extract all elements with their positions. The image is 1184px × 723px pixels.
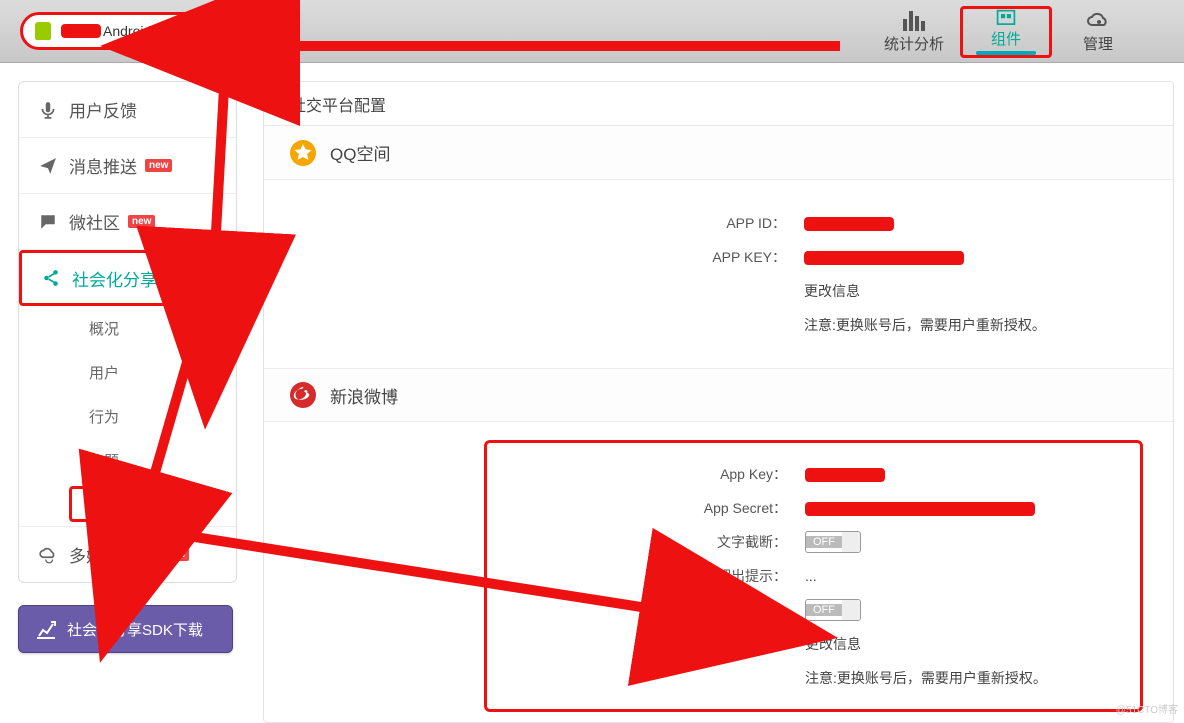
- sdk-download-button[interactable]: 社会化分享SDK下载: [18, 605, 233, 653]
- redacted-weibo-appkey: [805, 468, 885, 482]
- nav-components[interactable]: 组件: [960, 6, 1052, 58]
- redacted-app-name: [61, 24, 101, 38]
- sidebar-item-push[interactable]: 消息推送 new: [19, 138, 236, 194]
- sub-label: 设置: [90, 494, 120, 515]
- nav-stats[interactable]: 统计分析: [868, 6, 960, 58]
- field-label-longweibo: 生成长微博：: [505, 600, 805, 620]
- sidebar-sub-settings[interactable]: 设置: [69, 486, 149, 522]
- highlighted-weibo-config: App Key： App Secret： 文字截断：OFF 文字超出提示：...…: [484, 440, 1143, 712]
- truncate-toggle[interactable]: OFF: [805, 531, 861, 553]
- reauth-note: 注意:更换账号后，需要用户重新授权。: [805, 668, 1047, 688]
- field-label-overflow: 文字超出提示：: [505, 566, 805, 586]
- sidebar-sub-overview[interactable]: 概况: [19, 306, 236, 350]
- section-weibo-head[interactable]: 新浪微博: [264, 368, 1173, 422]
- nav-manage-label: 管理: [1083, 33, 1113, 54]
- watermark: @51CTO博客: [1116, 701, 1178, 716]
- section-qzone-head[interactable]: QQ空间: [264, 126, 1173, 180]
- field-label-weibo-secret: App Secret：: [505, 498, 805, 518]
- nav-components-label: 组件: [991, 28, 1021, 49]
- sidebar-label: 用户反馈: [69, 97, 137, 122]
- chevron-down-icon[interactable]: [198, 20, 220, 42]
- chat-icon: [39, 213, 57, 231]
- mic-icon: [39, 101, 57, 119]
- section-title: QQ空间: [330, 140, 390, 165]
- sidebar-item-multimedia[interactable]: 多媒体服务 new: [19, 526, 236, 582]
- components-icon: [994, 9, 1018, 26]
- nav-active-underline: [976, 51, 1036, 55]
- redacted-weibo-secret: [805, 502, 1035, 516]
- bar-chart-icon: [902, 11, 926, 31]
- section-qzone-body: APP ID： APP KEY： 更改信息 注意:更换账号后，需要用户重新授权。: [264, 180, 1173, 368]
- redacted-app-id: [804, 217, 894, 231]
- qzone-star-icon: [290, 140, 316, 166]
- sidebar-label: 多媒体服务: [69, 542, 154, 567]
- field-label-weibo-appkey: App Key：: [505, 464, 805, 484]
- field-label-truncate: 文字截断：: [505, 532, 805, 552]
- weibo-icon: [290, 382, 316, 408]
- sidebar-label: 微社区: [69, 209, 120, 234]
- change-info-link[interactable]: 更改信息: [805, 634, 861, 654]
- overflow-value: ...: [805, 568, 817, 584]
- redacted-app-key: [804, 251, 964, 265]
- reauth-note: 注意:更换账号后，需要用户重新授权。: [804, 315, 1046, 335]
- app-switcher[interactable]: Android: [20, 12, 235, 50]
- change-info-link[interactable]: 更改信息: [804, 281, 860, 301]
- longweibo-toggle[interactable]: OFF: [805, 599, 861, 621]
- panel-title: 社交平台配置: [264, 82, 1173, 126]
- sub-label: 用户: [89, 362, 119, 383]
- new-badge: new: [145, 159, 172, 172]
- chart-up-icon: [35, 618, 57, 640]
- sidebar-item-feedback[interactable]: 用户反馈: [19, 82, 236, 138]
- sidebar-item-community[interactable]: 微社区 new: [19, 194, 236, 250]
- app-name-suffix: Android: [103, 23, 151, 39]
- sub-label: 主题: [89, 450, 119, 471]
- sidebar-item-share[interactable]: 社会化分享: [19, 250, 236, 306]
- new-badge: new: [128, 215, 155, 228]
- field-label-app-id: APP ID：: [294, 213, 804, 233]
- sidebar-sub-behavior[interactable]: 行为: [19, 394, 236, 438]
- section-title: 新浪微博: [330, 383, 398, 408]
- main-panel: 社交平台配置 QQ空间 APP ID： APP KEY： 更改信息 注意:更换账…: [255, 63, 1184, 720]
- sdk-button-label: 社会化分享SDK下载: [67, 619, 203, 640]
- cloud-sync-icon: [39, 546, 57, 564]
- nav-stats-label: 统计分析: [884, 33, 944, 54]
- top-bar: Android 统计分析 组件 管理: [0, 0, 1184, 63]
- sidebar-label: 社会化分享: [72, 266, 157, 291]
- new-badge: new: [162, 548, 189, 561]
- paper-plane-icon: [39, 157, 57, 175]
- sidebar-sub-topics[interactable]: 主题: [19, 438, 236, 482]
- section-weibo-body: App Key： App Secret： 文字截断：OFF 文字超出提示：...…: [264, 422, 1173, 722]
- share-icon: [42, 269, 60, 287]
- field-label-app-key: APP KEY：: [294, 247, 804, 267]
- nav-manage[interactable]: 管理: [1052, 6, 1144, 58]
- cloud-gear-icon: [1086, 11, 1110, 31]
- sidebar: 用户反馈 消息推送 new 微社区 new 社会化分享 概况 用户 行为 主题 …: [0, 63, 255, 720]
- sidebar-sub-users[interactable]: 用户: [19, 350, 236, 394]
- android-icon: [35, 22, 51, 40]
- header-nav: 统计分析 组件 管理: [868, 0, 1144, 62]
- sub-label: 概况: [89, 318, 119, 339]
- sub-label: 行为: [89, 406, 119, 427]
- sidebar-label: 消息推送: [69, 153, 137, 178]
- sidebar-card: 用户反馈 消息推送 new 微社区 new 社会化分享 概况 用户 行为 主题 …: [18, 81, 237, 583]
